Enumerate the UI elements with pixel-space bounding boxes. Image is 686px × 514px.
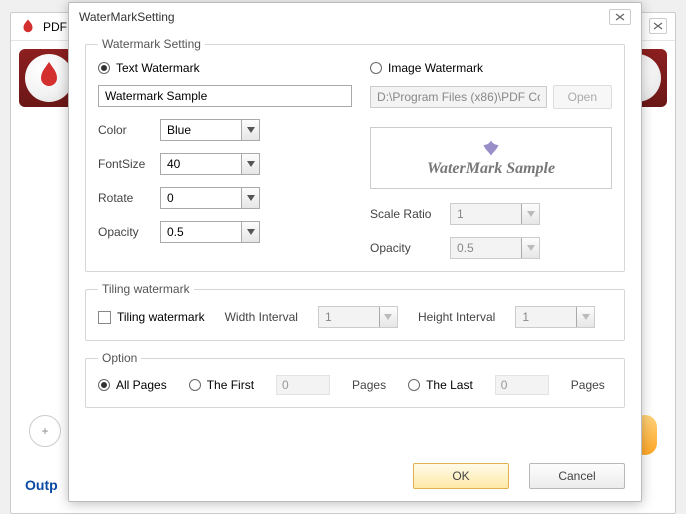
image-opacity-value [451,238,521,258]
image-watermark-label: Image Watermark [388,61,483,75]
chevron-down-icon[interactable] [241,154,259,174]
tiling-checkbox[interactable]: Tiling watermark [98,310,205,324]
radio-icon [98,379,110,391]
color-value[interactable] [161,120,241,140]
last-pages-radio[interactable]: The Last [408,378,473,392]
scale-ratio-label: Scale Ratio [370,207,442,221]
width-interval-combo [318,306,398,328]
watermark-text-input[interactable] [98,85,352,107]
text-watermark-label: Text Watermark [116,61,200,75]
tiling-group: Tiling watermark Tiling watermark Width … [85,282,625,341]
parent-close-button[interactable] [649,18,667,34]
opacity-value[interactable] [161,222,241,242]
image-path-input [370,86,547,108]
rotate-combo[interactable] [160,187,260,209]
chevron-down-icon[interactable] [241,120,259,140]
rotate-value[interactable] [161,188,241,208]
watermark-setting-dialog: WaterMarkSetting Watermark Setting Text … [68,2,642,502]
opacity-label: Opacity [98,225,152,239]
height-interval-combo [515,306,595,328]
dialog-close-button[interactable] [609,9,631,25]
width-interval-label: Width Interval [225,310,298,324]
watermark-setting-legend: Watermark Setting [98,37,205,51]
opacity-combo[interactable] [160,221,260,243]
rotate-label: Rotate [98,191,152,205]
chevron-down-icon [521,238,539,258]
color-label: Color [98,123,152,137]
plus-icon: + [41,424,48,438]
dialog-title: WaterMarkSetting [79,10,175,24]
last-pages-value: 0 [495,375,549,395]
radio-icon [370,62,382,74]
chevron-down-icon [576,307,594,327]
tiling-legend: Tiling watermark [98,282,194,296]
app-icon [19,18,37,36]
first-pages-label: The First [207,378,254,392]
first-pages-value: 0 [276,375,330,395]
all-pages-radio[interactable]: All Pages [98,378,167,392]
add-button[interactable]: + [29,415,61,447]
radio-icon [408,379,420,391]
scale-ratio-combo [450,203,540,225]
scale-ratio-value [451,204,521,224]
chevron-down-icon[interactable] [241,188,259,208]
flame-icon [25,54,73,102]
option-group: Option All Pages The First 0 Pages The L… [85,351,625,408]
image-watermark-radio[interactable]: Image Watermark [370,61,483,75]
all-pages-label: All Pages [116,378,167,392]
output-label-fragment: Outp [25,477,58,493]
dialog-titlebar: WaterMarkSetting [69,3,641,31]
chevron-down-icon [521,204,539,224]
close-icon [615,13,625,21]
color-combo[interactable] [160,119,260,141]
radio-icon [189,379,201,391]
image-opacity-label: Opacity [370,241,442,255]
watermark-setting-group: Watermark Setting Text Watermark Color [85,37,625,272]
checkbox-icon [98,311,111,324]
height-interval-value [516,307,576,327]
tiling-checkbox-label: Tiling watermark [117,310,205,324]
text-watermark-radio[interactable]: Text Watermark [98,61,200,75]
preview-text: WaterMark Sample [427,160,555,178]
bat-icon [473,138,509,158]
option-legend: Option [98,351,141,365]
radio-icon [98,62,110,74]
pages-suffix: Pages [352,378,386,392]
first-pages-radio[interactable]: The First [189,378,254,392]
toolbar-button-left [25,54,73,102]
fontsize-value[interactable] [161,154,241,174]
pages-suffix: Pages [571,378,605,392]
height-interval-label: Height Interval [418,310,495,324]
close-icon [653,22,663,30]
width-interval-value [319,307,379,327]
dialog-footer: OK Cancel [69,459,641,501]
last-pages-label: The Last [426,378,473,392]
dialog-body: Watermark Setting Text Watermark Color [69,31,641,459]
chevron-down-icon [379,307,397,327]
open-button: Open [553,85,612,109]
ok-button[interactable]: OK [413,463,509,489]
image-preview: WaterMark Sample [370,127,612,189]
chevron-down-icon[interactable] [241,222,259,242]
fontsize-combo[interactable] [160,153,260,175]
image-opacity-combo [450,237,540,259]
cancel-button[interactable]: Cancel [529,463,625,489]
fontsize-label: FontSize [98,157,152,171]
